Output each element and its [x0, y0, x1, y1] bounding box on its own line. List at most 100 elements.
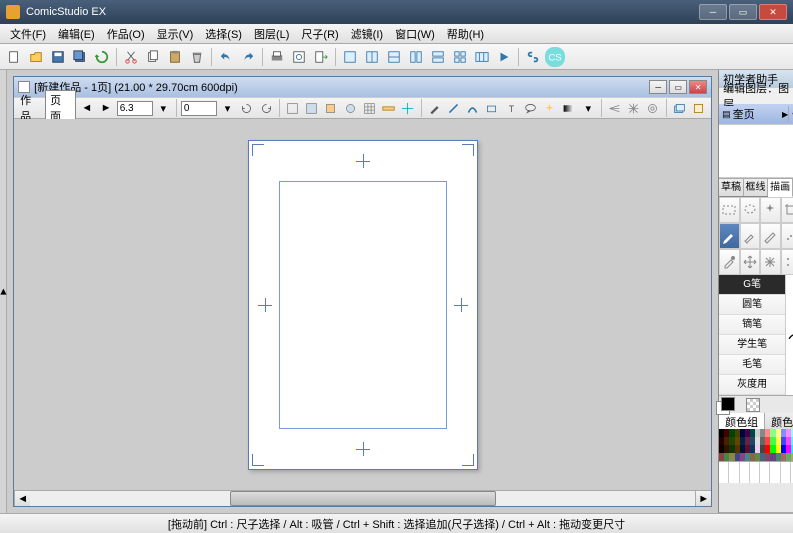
menu-edit[interactable]: 编辑(E): [52, 24, 101, 44]
layer-list[interactable]: [719, 124, 793, 178]
pen-tool-icon[interactable]: [719, 223, 740, 249]
fg-color[interactable]: [721, 397, 735, 411]
panel7-icon[interactable]: [472, 47, 492, 67]
shape-tool-icon[interactable]: [483, 99, 500, 117]
balloon-tool-icon[interactable]: [522, 99, 539, 117]
menu-work[interactable]: 作品(O): [101, 24, 151, 44]
play-icon[interactable]: [494, 47, 514, 67]
minimize-button[interactable]: ─: [699, 4, 727, 20]
gradient-tool-icon[interactable]: [560, 99, 577, 117]
revert-icon[interactable]: [92, 47, 112, 67]
menu-ruler[interactable]: 尺子(R): [295, 24, 344, 44]
lasso-tool-icon[interactable]: [740, 197, 761, 223]
burst-tool-icon[interactable]: [760, 249, 781, 275]
pen-tool-icon[interactable]: [425, 99, 442, 117]
menu-window[interactable]: 窗口(W): [389, 24, 441, 44]
airbrush-tool-icon[interactable]: [781, 223, 793, 249]
rotate-ccw-icon[interactable]: [238, 99, 255, 117]
pattern-tool-icon[interactable]: [781, 249, 793, 275]
left-gutter[interactable]: ▶: [0, 70, 7, 513]
paste-icon[interactable]: [165, 47, 185, 67]
panel3-icon[interactable]: [384, 47, 404, 67]
preview-icon[interactable]: [289, 47, 309, 67]
scroll-thumb[interactable]: [230, 491, 496, 506]
page-next-icon[interactable]: ►: [97, 99, 114, 117]
brush-brush[interactable]: 毛笔: [719, 355, 785, 375]
redo-icon[interactable]: [238, 47, 258, 67]
panel5-icon[interactable]: [428, 47, 448, 67]
menu-file[interactable]: 文件(F): [4, 24, 52, 44]
guide-icon[interactable]: [399, 99, 416, 117]
brush-maru[interactable]: 圆笔: [719, 295, 785, 315]
zoom-dropdown-icon[interactable]: ▾: [155, 99, 172, 117]
tab-line[interactable]: 框线: [744, 179, 769, 196]
grid-icon[interactable]: [361, 99, 378, 117]
scroll-right-icon[interactable]: ►: [695, 491, 711, 506]
help-icon[interactable]: CS: [545, 47, 565, 67]
save-icon[interactable]: [48, 47, 68, 67]
layer-row-master[interactable]: ▤ 奎页 ▶ 👁 图层: [719, 104, 793, 124]
view2-icon[interactable]: [303, 99, 320, 117]
delete-icon[interactable]: [187, 47, 207, 67]
maximize-button[interactable]: ▭: [729, 4, 757, 20]
effect-tool-icon[interactable]: [541, 99, 558, 117]
open-icon[interactable]: [26, 47, 46, 67]
brush-g[interactable]: G笔: [719, 275, 785, 295]
scrollbar-horizontal[interactable]: ◄ ►: [14, 490, 711, 506]
new-icon[interactable]: [4, 47, 24, 67]
saveall-icon[interactable]: [70, 47, 90, 67]
pencil-tool-icon[interactable]: [760, 223, 781, 249]
undo-icon[interactable]: [216, 47, 236, 67]
speed2-icon[interactable]: [625, 99, 642, 117]
speed1-icon[interactable]: [606, 99, 623, 117]
menu-layer[interactable]: 图层(L): [248, 24, 295, 44]
menu-view[interactable]: 显示(V): [151, 24, 200, 44]
curve-tool-icon[interactable]: [464, 99, 481, 117]
crop-tool-icon[interactable]: [781, 197, 793, 223]
frame-timeline[interactable]: [719, 461, 793, 483]
more-tools-icon[interactable]: ▾: [580, 99, 597, 117]
eyedropper-tool-icon[interactable]: [719, 249, 740, 275]
brush-tool-icon[interactable]: [740, 223, 761, 249]
view1-icon[interactable]: [284, 99, 301, 117]
panel4-icon[interactable]: [406, 47, 426, 67]
expand-icon[interactable]: ▤: [722, 109, 731, 120]
visibility-icon[interactable]: 👁: [789, 109, 793, 120]
zoom-input[interactable]: [117, 101, 153, 116]
layer2-icon[interactable]: [690, 99, 707, 117]
rotate-dropdown-icon[interactable]: ▾: [219, 99, 236, 117]
tab-draw[interactable]: 描画: [768, 179, 793, 197]
wand-tool-icon[interactable]: [760, 197, 781, 223]
tab-sketch[interactable]: 草稿: [719, 179, 744, 196]
rotate-cw-icon[interactable]: [257, 99, 274, 117]
layer1-icon[interactable]: [671, 99, 688, 117]
print-icon[interactable]: [267, 47, 287, 67]
tab-color-detail[interactable]: 颜色详细: [765, 413, 793, 429]
copy-icon[interactable]: [143, 47, 163, 67]
menu-filter[interactable]: 滤镜(I): [345, 24, 389, 44]
panel2-icon[interactable]: [362, 47, 382, 67]
export-icon[interactable]: [311, 47, 331, 67]
view3-icon[interactable]: [322, 99, 339, 117]
line-tool-icon[interactable]: [445, 99, 462, 117]
view4-icon[interactable]: [341, 99, 358, 117]
brush-kabura[interactable]: 镝笔: [719, 315, 785, 335]
close-button[interactable]: ✕: [759, 4, 787, 20]
brush-gray[interactable]: 灰度用: [719, 375, 785, 395]
panel1-icon[interactable]: [340, 47, 360, 67]
transparent-swatch[interactable]: [746, 398, 760, 412]
canvas[interactable]: [14, 119, 711, 490]
page-prev-icon[interactable]: ◄: [78, 99, 95, 117]
brush-school[interactable]: 学生笔: [719, 335, 785, 355]
panel6-icon[interactable]: [450, 47, 470, 67]
rotate-input[interactable]: [181, 101, 217, 116]
cut-icon[interactable]: [121, 47, 141, 67]
speed3-icon[interactable]: [644, 99, 661, 117]
doc-minimize-button[interactable]: ─: [649, 80, 667, 94]
link-icon[interactable]: [523, 47, 543, 67]
move-tool-icon[interactable]: [740, 249, 761, 275]
doc-maximize-button[interactable]: ▭: [669, 80, 687, 94]
scroll-left-icon[interactable]: ◄: [14, 491, 30, 506]
menu-help[interactable]: 帮助(H): [441, 24, 490, 44]
tab-color-set[interactable]: 颜色组: [719, 413, 765, 429]
